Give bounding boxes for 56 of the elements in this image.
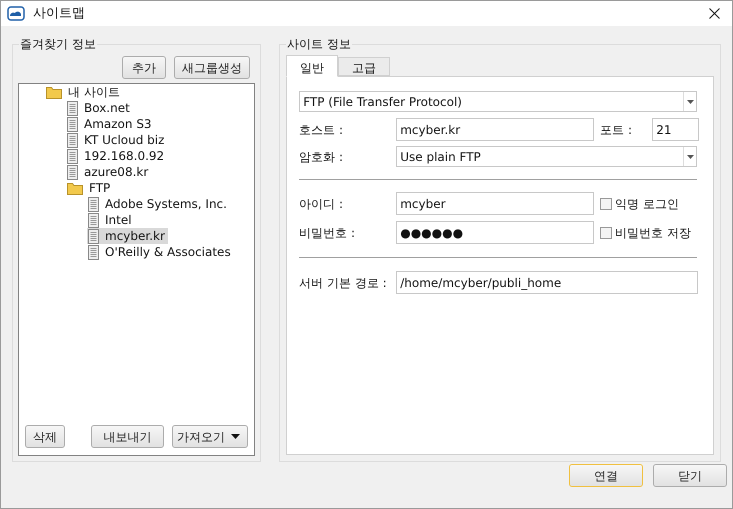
- field-label: 비밀번호 :: [299, 224, 356, 242]
- checkbox[interactable]: [600, 226, 612, 238]
- dialog-button[interactable]: 연결: [569, 464, 643, 487]
- group-title: 사이트 정보: [286, 37, 352, 51]
- dropdown[interactable]: Use plain FTP: [396, 146, 698, 167]
- group-title: 즐겨찾기 정보: [19, 37, 97, 51]
- tree-item[interactable]: 192.168.0.92: [66, 148, 168, 164]
- new-group-button[interactable]: 새그룹생성: [174, 56, 250, 79]
- window-title: 사이트맵: [33, 4, 85, 23]
- tab[interactable]: 고급: [338, 57, 390, 76]
- dropdown-arrow-icon: [686, 154, 694, 158]
- cloud-icon: [7, 6, 25, 21]
- tab[interactable]: 일반: [286, 55, 338, 77]
- dropdown[interactable]: FTP (File Transfer Protocol): [299, 91, 698, 112]
- document-icon: [88, 228, 99, 244]
- checkbox[interactable]: [600, 198, 612, 210]
- tree-item[interactable]: Box.net: [66, 100, 133, 116]
- tree-item[interactable]: 내 사이트: [45, 84, 123, 100]
- field-label: 호스트 :: [299, 122, 344, 138]
- input-field[interactable]: /home/mcyber/publi_home: [396, 271, 698, 294]
- delete-button[interactable]: 삭제: [25, 425, 65, 448]
- import-button[interactable]: 가져오기: [172, 425, 248, 448]
- tree-item[interactable]: Amazon S3: [66, 116, 155, 132]
- input-field[interactable]: mcyber: [396, 192, 594, 215]
- tree-item[interactable]: FTP: [66, 180, 114, 196]
- tree-item[interactable]: azure08.kr: [66, 164, 152, 180]
- folder-icon: [67, 182, 83, 194]
- folder-icon: [46, 86, 62, 98]
- field-label: 아이디 :: [299, 196, 344, 212]
- document-icon: [67, 116, 78, 132]
- dropdown-arrow-icon: [686, 100, 694, 104]
- tree-item[interactable]: KT Ucloud biz: [66, 132, 168, 148]
- document-icon: [88, 196, 99, 212]
- input-field[interactable]: ●●●●●●: [396, 221, 594, 244]
- add-button[interactable]: 추가: [122, 56, 166, 79]
- export-button[interactable]: 내보내기: [91, 425, 164, 448]
- input-field[interactable]: mcyber.kr: [396, 118, 594, 141]
- document-icon: [88, 212, 99, 228]
- tree-item[interactable]: O'Reilly & Associates: [87, 244, 234, 260]
- checkbox-label: 비밀번호 저장: [615, 224, 692, 242]
- field-label: 서버 기본 경로 :: [299, 274, 388, 292]
- tree-item[interactable]: mcyber.kr: [87, 228, 168, 244]
- tree-item[interactable]: Adobe Systems, Inc.: [87, 196, 230, 212]
- dialog-button[interactable]: 닫기: [653, 464, 727, 487]
- document-icon: [67, 164, 78, 180]
- input-field[interactable]: 21: [652, 118, 700, 141]
- document-icon: [67, 132, 78, 148]
- document-icon: [67, 148, 78, 164]
- close-icon[interactable]: [709, 8, 720, 19]
- document-icon: [67, 100, 78, 116]
- document-icon: [88, 244, 99, 260]
- tree-item[interactable]: Intel: [87, 212, 135, 228]
- field-label: 포트 :: [600, 122, 634, 138]
- checkbox-label: 익명 로그인: [615, 196, 680, 212]
- caret-icon: [231, 434, 240, 439]
- field-label: 암호화 :: [299, 148, 344, 166]
